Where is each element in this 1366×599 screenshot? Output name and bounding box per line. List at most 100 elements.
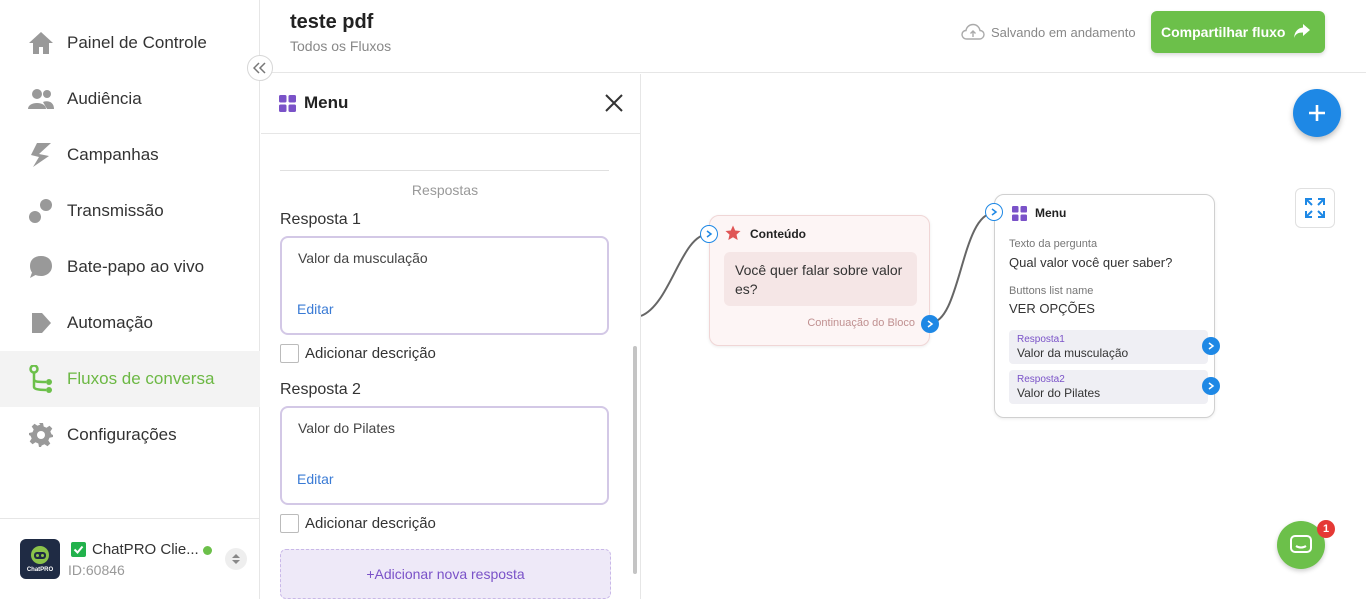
account-id: ID:60846 bbox=[68, 562, 125, 578]
sidebar-item-campanhas[interactable]: Campanhas bbox=[0, 127, 260, 183]
option-output-port[interactable] bbox=[1202, 337, 1220, 355]
option-value: Valor do Pilates bbox=[1017, 386, 1101, 400]
users-icon bbox=[28, 86, 54, 112]
section-divider bbox=[280, 170, 609, 171]
menu-grid-icon bbox=[1012, 206, 1027, 221]
add-description-row[interactable]: Adicionar descrição bbox=[280, 344, 436, 363]
content-node-input-port[interactable] bbox=[700, 225, 718, 243]
account-avatar: ChatPRO bbox=[20, 539, 60, 579]
notification-badge: 1 bbox=[1317, 520, 1335, 538]
automation-icon bbox=[28, 310, 54, 336]
menu-editor-panel: Menu Respostas Resposta 1 Valor da muscu… bbox=[261, 74, 641, 599]
panel-title: Menu bbox=[304, 93, 349, 112]
home-icon bbox=[28, 30, 54, 56]
section-label: Respostas bbox=[411, 182, 479, 198]
edit-link[interactable]: Editar bbox=[297, 301, 334, 317]
flow-canvas[interactable]: Conteúdo Você quer falar sobre valor es?… bbox=[641, 74, 1366, 599]
app-root: Painel de Controle Audiência Campanhas T… bbox=[0, 0, 1366, 599]
share-arrow-icon bbox=[1294, 24, 1310, 38]
add-description-checkbox[interactable] bbox=[280, 514, 299, 533]
broadcast-icon bbox=[28, 198, 54, 224]
connection-line bbox=[929, 212, 995, 324]
panel-header: Menu bbox=[261, 74, 640, 134]
sidebar-item-automacao[interactable]: Automação bbox=[0, 295, 260, 351]
response-value: Valor do Pilates bbox=[298, 420, 396, 436]
fit-view-button[interactable] bbox=[1295, 188, 1335, 228]
add-description-label: Adicionar descrição bbox=[305, 515, 436, 532]
chat-icon bbox=[28, 254, 54, 280]
chevron-right-icon bbox=[1208, 382, 1215, 390]
account-switcher[interactable]: ChatPRO ChatPRO Clie... ID:60846 bbox=[0, 518, 260, 599]
account-name: ChatPRO Clie... bbox=[92, 541, 199, 558]
menu-grid-icon bbox=[279, 95, 296, 112]
add-description-row[interactable]: Adicionar descrição bbox=[280, 514, 436, 533]
edit-link[interactable]: Editar bbox=[297, 471, 334, 487]
message-bubble: Você quer falar sobre valor es? bbox=[724, 252, 917, 306]
collapse-sidebar-button[interactable] bbox=[247, 55, 273, 81]
menu-node[interactable]: Menu Texto da pergunta Qual valor você q… bbox=[994, 194, 1215, 418]
node-title: Conteúdo bbox=[750, 227, 806, 241]
chevron-right-icon bbox=[1208, 342, 1215, 350]
sidebar-item-fluxos[interactable]: Fluxos de conversa bbox=[0, 351, 260, 407]
sidebar-item-configuracoes[interactable]: Configurações bbox=[0, 407, 260, 463]
menu-option[interactable]: Resposta2 Valor do Pilates bbox=[1009, 370, 1208, 404]
sidebar-item-label: Painel de Controle bbox=[67, 33, 207, 52]
sidebar-item-label: Fluxos de conversa bbox=[67, 369, 215, 388]
double-chevron-left-icon bbox=[253, 62, 266, 74]
response-label: Resposta 1 bbox=[280, 211, 361, 228]
menu-option[interactable]: Resposta1 Valor da musculação bbox=[1009, 330, 1208, 364]
option-key: Resposta2 bbox=[1017, 374, 1065, 385]
question-value: Qual valor você quer saber? bbox=[1009, 255, 1173, 270]
chevron-right-icon bbox=[706, 230, 713, 238]
star-icon bbox=[725, 225, 741, 240]
add-description-label: Adicionar descrição bbox=[305, 345, 436, 362]
sidebar-item-label: Campanhas bbox=[67, 145, 159, 164]
sidebar: Painel de Controle Audiência Campanhas T… bbox=[0, 0, 260, 599]
gear-icon bbox=[28, 422, 54, 448]
response-label: Resposta 2 bbox=[280, 381, 361, 398]
switch-account-icon[interactable] bbox=[225, 548, 247, 570]
cloud-upload-icon bbox=[961, 23, 985, 40]
option-value: Valor da musculação bbox=[1017, 346, 1129, 360]
add-node-button[interactable] bbox=[1293, 89, 1341, 137]
save-status: Salvando em andamento bbox=[961, 23, 1136, 41]
buttons-list-key: Buttons list name bbox=[1009, 285, 1094, 297]
add-response-button[interactable]: +Adicionar nova resposta bbox=[280, 549, 611, 599]
chevron-right-icon bbox=[927, 320, 934, 328]
response-field[interactable]: Valor do Pilates Editar bbox=[280, 406, 609, 505]
logo-text: ChatPRO bbox=[27, 567, 54, 573]
sidebar-item-label: Transmissão bbox=[67, 201, 164, 220]
save-status-text: Salvando em andamento bbox=[991, 24, 1136, 40]
share-flow-button[interactable]: Compartilhar fluxo bbox=[1151, 11, 1325, 53]
flow-icon bbox=[28, 365, 54, 393]
continuation-label: Continuação do Bloco bbox=[807, 317, 915, 329]
sidebar-item-transmissao[interactable]: Transmissão bbox=[0, 183, 260, 239]
node-title: Menu bbox=[1035, 206, 1067, 220]
header: teste pdf Todos os Fluxos Salvando em an… bbox=[261, 0, 1366, 73]
content-node-output-port[interactable] bbox=[921, 315, 939, 333]
content-node[interactable]: Conteúdo Você quer falar sobre valor es?… bbox=[709, 215, 930, 346]
menu-node-input-port[interactable] bbox=[985, 203, 1003, 221]
plus-icon bbox=[1309, 105, 1325, 121]
online-status-dot bbox=[203, 546, 212, 555]
sidebar-item-label: Configurações bbox=[67, 425, 177, 444]
sidebar-item-audiencia[interactable]: Audiência bbox=[0, 71, 260, 127]
campaign-icon bbox=[28, 142, 54, 168]
response-field[interactable]: Valor da musculação Editar bbox=[280, 236, 609, 335]
page-title: teste pdf bbox=[290, 11, 374, 33]
question-key: Texto da pergunta bbox=[1009, 238, 1098, 250]
chevron-right-icon bbox=[991, 208, 998, 216]
close-icon[interactable] bbox=[604, 93, 624, 113]
option-key: Resposta1 bbox=[1017, 334, 1065, 345]
option-output-port[interactable] bbox=[1202, 377, 1220, 395]
panel-scrollbar[interactable] bbox=[633, 346, 637, 574]
sidebar-item-label: Bate-papo ao vivo bbox=[67, 257, 205, 276]
add-description-checkbox[interactable] bbox=[280, 344, 299, 363]
expand-icon bbox=[1305, 198, 1325, 218]
response-value: Valor da musculação bbox=[298, 250, 428, 266]
breadcrumb-all-flows[interactable]: Todos os Fluxos bbox=[290, 38, 391, 54]
verified-check-icon bbox=[71, 542, 86, 557]
sidebar-item-painel[interactable]: Painel de Controle bbox=[0, 15, 260, 71]
buttons-list-value: VER OPÇÕES bbox=[1009, 301, 1095, 316]
sidebar-item-bate-papo[interactable]: Bate-papo ao vivo bbox=[0, 239, 260, 295]
